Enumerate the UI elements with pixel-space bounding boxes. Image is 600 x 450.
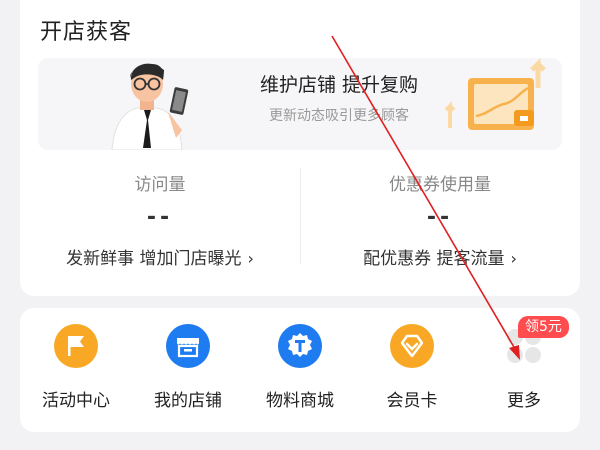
tool-label: 更多	[507, 391, 541, 411]
banner-text: 维护店铺 提升复购 更新动态吸引更多顾客	[214, 68, 464, 125]
growth-chart-icon	[444, 58, 546, 130]
tool-material-mall[interactable]: 物料商城	[244, 324, 356, 411]
stat-value: --	[426, 205, 454, 230]
flag-icon	[54, 324, 98, 368]
tool-member-card[interactable]: 会员卡	[356, 324, 468, 411]
configure-coupon-link[interactable]: 配优惠券 提客流量 ›	[300, 244, 580, 269]
tool-label: 我的店铺	[154, 391, 222, 411]
diamond-icon	[390, 324, 434, 368]
tool-activity-center[interactable]: 活动中心	[20, 324, 132, 411]
stat-coupon-usage: 优惠券使用量 -- 配优惠券 提客流量 ›	[300, 170, 580, 269]
chevron-right-icon: ›	[510, 249, 517, 268]
chevron-right-icon: ›	[247, 249, 254, 268]
section-title: 开店获客	[40, 20, 133, 45]
tool-label: 物料商城	[266, 391, 334, 411]
tool-label: 活动中心	[42, 391, 110, 411]
more-reward-badge: 领5元	[518, 316, 569, 338]
tool-label: 会员卡	[386, 391, 438, 411]
stat-label: 优惠券使用量	[389, 175, 491, 195]
stat-visits: 访问量 -- 发新鲜事 增加门店曝光 ›	[20, 170, 300, 269]
promo-banner[interactable]: 维护店铺 提升复购 更新动态吸引更多顾客	[38, 58, 562, 150]
banner-sub-text: 更新动态吸引更多顾客	[269, 108, 409, 124]
stat-label: 访问量	[134, 175, 186, 195]
tool-my-store[interactable]: 我的店铺	[132, 324, 244, 411]
tools-card: 活动中心 我的店铺 物料商城 会员卡 更多 领5元	[20, 308, 580, 432]
store-growth-card: 开店获客 维护店铺 提升复购 更新动态吸引更多顾客 访问量 -- 发新鲜事 增加…	[20, 0, 580, 296]
badge-t-icon	[278, 324, 322, 368]
person-illustration	[111, 63, 189, 150]
stat-link-text: 配优惠券 提客流量	[363, 249, 505, 269]
banner-main-text: 维护店铺 提升复购	[259, 74, 419, 96]
stat-value: --	[146, 205, 174, 230]
stat-link-text: 发新鲜事 增加门店曝光	[66, 249, 242, 269]
post-news-link[interactable]: 发新鲜事 增加门店曝光 ›	[20, 244, 300, 269]
store-icon	[166, 324, 210, 368]
